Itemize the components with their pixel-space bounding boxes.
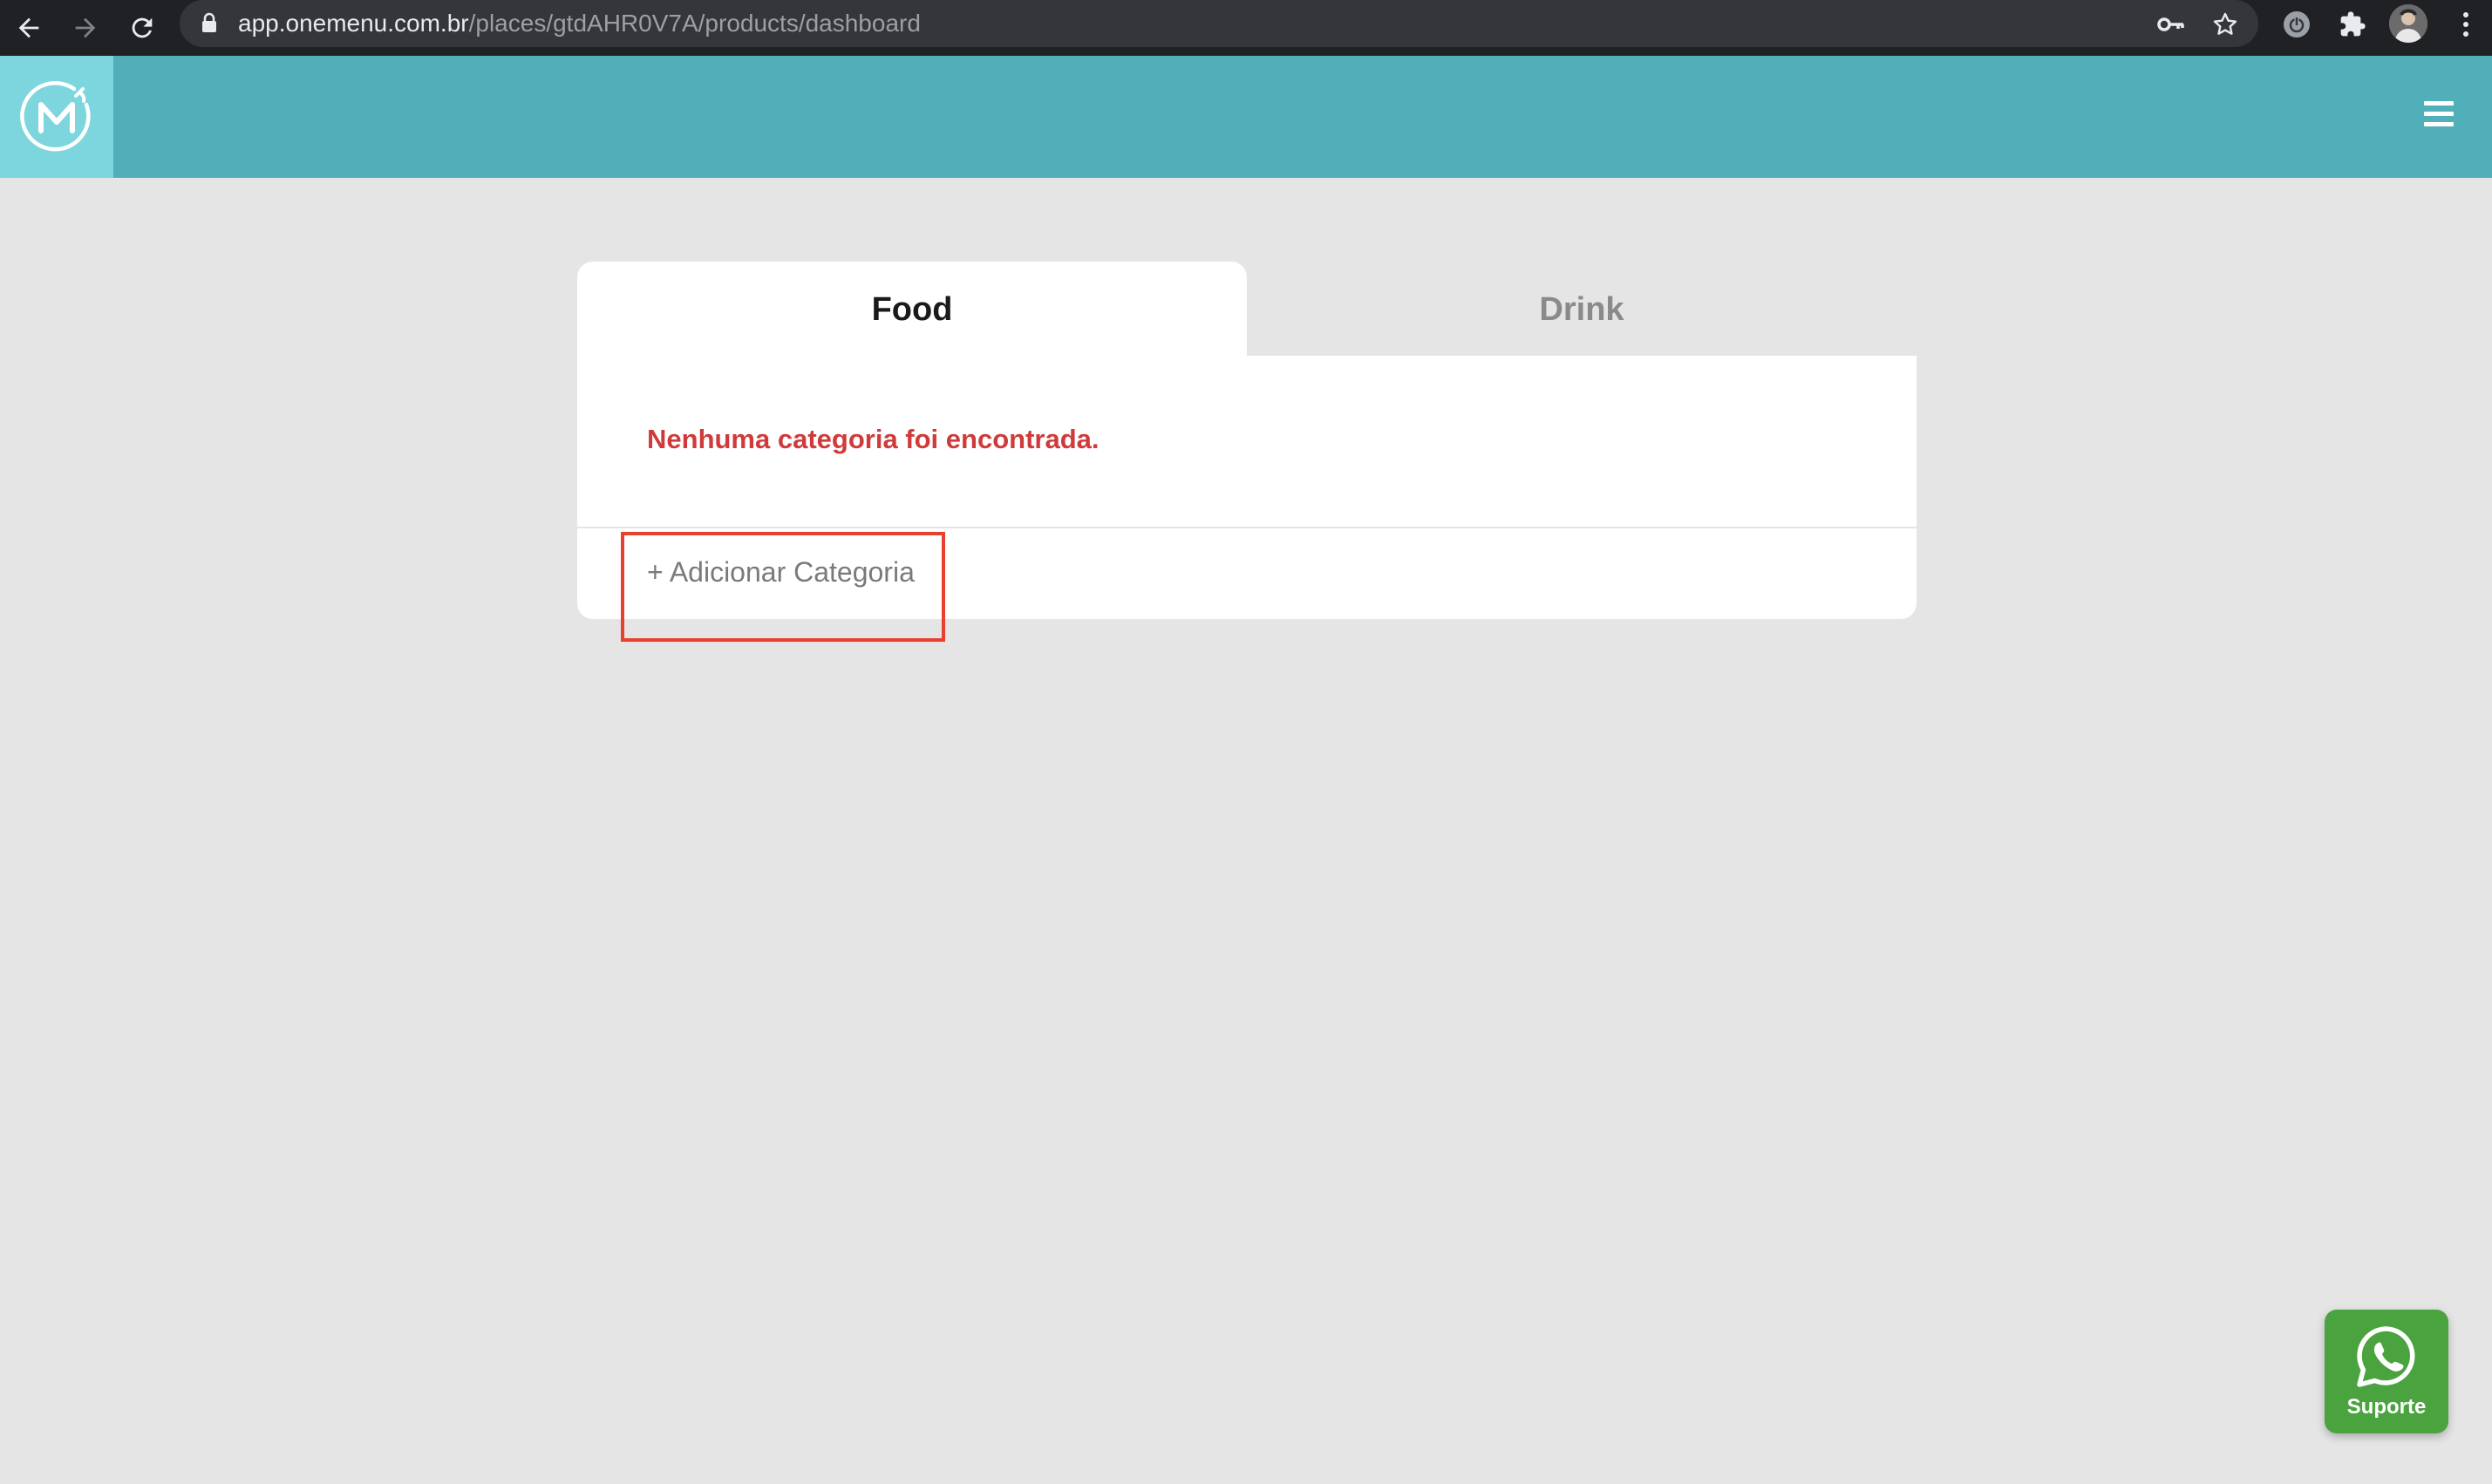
url-path: /places/gtdAHR0V7A/products/dashboard [468, 10, 921, 37]
app-header [0, 56, 2492, 178]
lock-icon [202, 12, 216, 32]
url-domain: app.onemenu.com.br [238, 10, 469, 37]
address-bar[interactable]: app.onemenu.com.br/places/gtdAHR0V7A/pro… [180, 0, 2258, 47]
back-arrow-icon [18, 17, 39, 38]
reload-icon [132, 17, 153, 38]
url-text: app.onemenu.com.br/places/gtdAHR0V7A/pro… [238, 10, 921, 37]
browser-toolbar: app.onemenu.com.br/places/gtdAHR0V7A/pro… [0, 0, 2492, 56]
profile-avatar[interactable] [2389, 4, 2427, 43]
support-label: Suporte [2346, 1395, 2427, 1419]
support-button[interactable]: Suporte [2325, 1310, 2448, 1433]
passwords-button[interactable] [2154, 7, 2189, 42]
puzzle-icon [2340, 11, 2366, 37]
key-icon [2157, 17, 2184, 31]
app-logo[interactable] [0, 56, 113, 178]
whatsapp-icon [2357, 1326, 2415, 1387]
star-icon [2213, 12, 2237, 35]
tab-food[interactable]: Food [577, 262, 1247, 357]
onemenu-logo-icon [20, 81, 91, 152]
tab-drink[interactable]: Drink [1247, 262, 1917, 357]
reload-button[interactable] [119, 5, 165, 51]
extension-button[interactable] [2278, 5, 2316, 44]
back-button[interactable] [6, 5, 51, 51]
highlight-annotation [621, 532, 945, 642]
avatar-icon [2389, 4, 2427, 43]
forward-button[interactable] [63, 5, 108, 51]
power-icon [2284, 11, 2310, 37]
extensions-menu-button[interactable] [2333, 5, 2372, 44]
browser-menu-button[interactable] [2447, 5, 2485, 44]
divider [577, 527, 1917, 528]
hamburger-icon [2424, 101, 2459, 126]
bookmark-button[interactable] [2208, 7, 2243, 42]
hamburger-menu-button[interactable] [2424, 101, 2459, 131]
forward-arrow-icon [75, 17, 96, 38]
kebab-menu-icon [2463, 12, 2468, 37]
empty-state-message: Nenhuma categoria foi encontrada. [647, 424, 1100, 454]
